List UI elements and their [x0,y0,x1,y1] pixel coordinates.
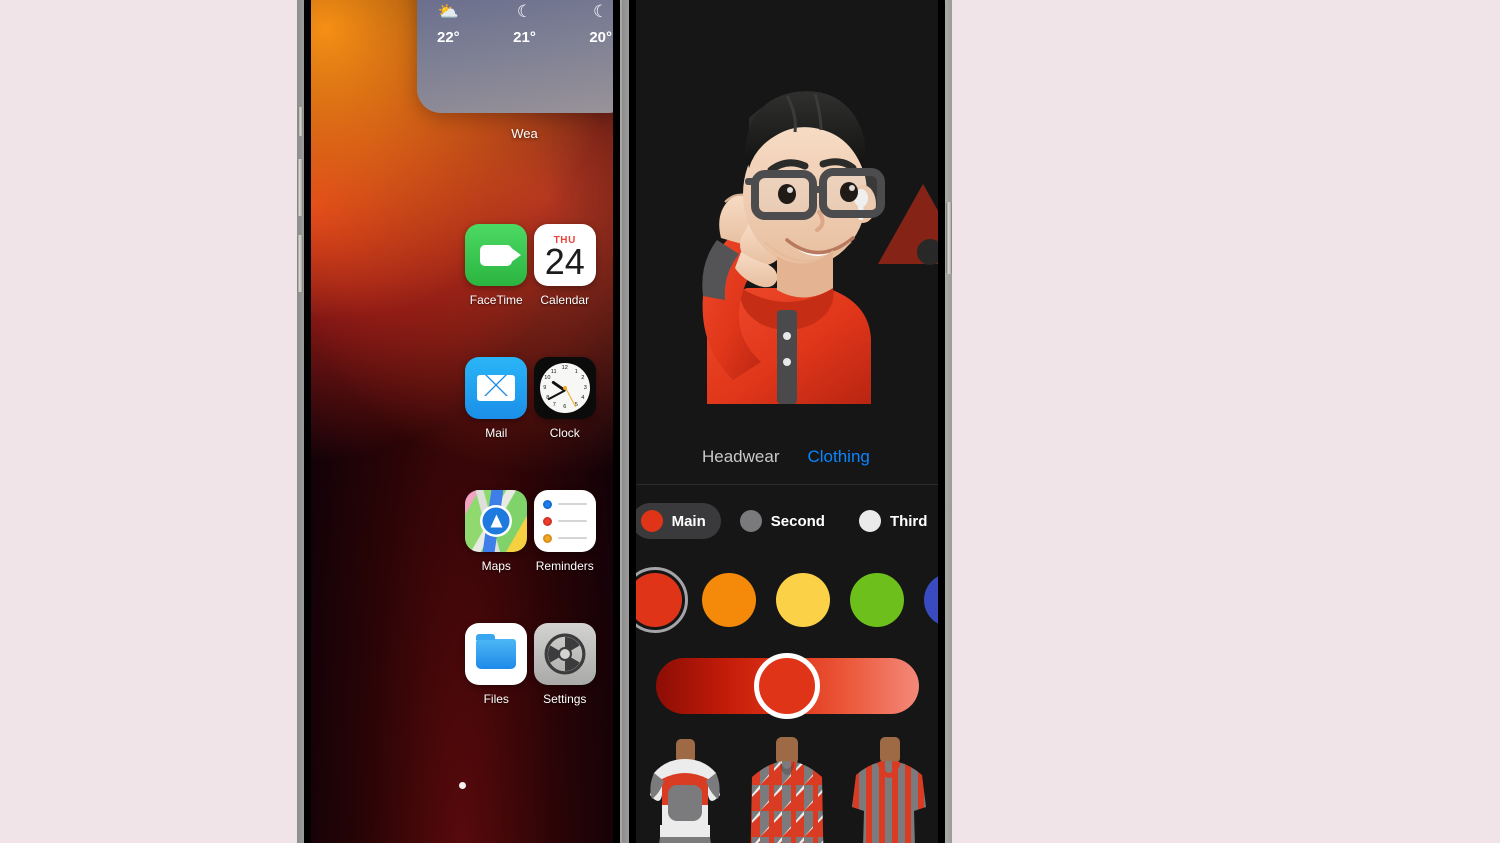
color-swatch-yellow[interactable] [776,573,830,627]
clock-face: 12 1 2 3 4 5 6 7 8 9 10 11 [539,363,590,413]
clear-night-icon: ☾ [593,2,609,21]
forecast-hour-item: 20 ☾ 20° [589,0,612,46]
right-phone-screen: Headwear Clothing Main Second Third [636,0,938,843]
weather-hourly-forecast: 18 ⛅ 22° 19 ☾ 21° 20 ☾ 20° [431,0,613,46]
layer-label: Third [889,512,928,530]
color-swatch-orange[interactable] [702,573,756,627]
mute-switch[interactable] [298,107,303,136]
color-swatch-red[interactable] [636,567,688,633]
outfit-puff-sleeve-dress[interactable] [636,733,734,843]
app-label: Calendar [540,293,590,307]
reminders-icon[interactable] [533,490,596,552]
app-label: Settings [543,692,587,706]
layer-swatch-main [640,510,663,532]
shade-slider-container [636,643,938,729]
calendar-day: 24 [544,241,585,283]
forecast-temp: 21° [513,29,536,46]
files-icon[interactable] [465,623,528,685]
app-label: Mail [485,426,508,440]
layer-third[interactable]: Third [850,503,938,539]
app-clock[interactable]: 12 1 2 3 4 5 6 7 8 9 10 11 [531,357,600,440]
forecast-temp: 20° [589,29,612,46]
app-calendar[interactable]: THU 24 Calendar [531,224,600,307]
page-indicator[interactable] [311,782,613,789]
color-swatch-green[interactable] [850,573,904,627]
weather-widget-label: Wea [511,126,538,141]
app-label: FaceTime [469,293,523,307]
shade-slider-knob[interactable] [754,653,820,719]
layer-swatch-second [739,510,762,532]
power-button[interactable] [946,202,952,274]
gear-glyph [544,633,586,675]
home-screen-app-grid: FaceTime THU 24 Calendar Mail 12 1 2 3 4… [311,224,613,731]
forecast-temp: 22° [437,29,460,46]
glasses-icon [745,168,885,220]
tab-clothing[interactable]: Clothing [794,447,884,467]
forecast-hour-item: 19 ☾ 21° [513,0,536,46]
partly-cloudy-night-icon: ⛅ [437,2,459,21]
facetime-icon[interactable] [465,224,528,286]
app-files[interactable]: Files [462,623,531,706]
app-label: Clock [549,426,580,440]
left-phone-screen: CUPERTINO 22° 18 ⛅ 22° 19 ☾ 21° 20 ☾ 20° [311,0,613,843]
weather-widget[interactable]: CUPERTINO 22° 18 ⛅ 22° 19 ☾ 21° 20 ☾ 20° [417,0,613,113]
app-settings[interactable]: Settings [531,623,600,706]
forecast-hour-item: 18 ⛅ 22° [437,0,460,46]
color-layer-selector[interactable]: Main Second Third [636,485,938,557]
app-reminders[interactable]: Reminders [531,490,600,573]
shade-slider-track[interactable] [655,653,919,719]
outfit-geometric-print-top[interactable] [738,733,836,843]
app-mail[interactable]: Mail [462,357,531,440]
app-label: Reminders [535,559,594,573]
outfit-thumbnail-row[interactable] [636,729,938,843]
clear-night-icon: ☾ [516,2,533,21]
category-tab-bar[interactable]: Headwear Clothing [636,429,938,485]
maps-icon[interactable] [465,490,528,552]
calendar-icon[interactable]: THU 24 [533,224,596,286]
layer-label: Main [671,512,706,530]
memoji-avatar[interactable] [637,74,937,404]
app-label: Files [483,692,509,706]
layer-main[interactable]: Main [636,503,721,539]
app-label: Maps [481,559,511,573]
page-dot[interactable] [458,782,466,789]
outfit-striped-dress[interactable] [840,733,938,843]
memoji-editor-screen: Headwear Clothing Main Second Third [636,0,938,843]
right-iphone-device: Headwear Clothing Main Second Third [622,0,952,843]
settings-icon[interactable] [533,623,596,685]
left-iphone-device: CUPERTINO 22° 18 ⛅ 22° 19 ☾ 21° 20 ☾ 20° [297,0,627,843]
clock-icon[interactable]: 12 1 2 3 4 5 6 7 8 9 10 11 [533,357,596,419]
app-facetime[interactable]: FaceTime [462,224,531,307]
memoji-preview-stage[interactable] [636,0,938,429]
mail-icon[interactable] [465,357,528,419]
app-maps[interactable]: Maps [462,490,531,573]
layer-second[interactable]: Second [731,503,840,539]
volume-down-button[interactable] [297,235,303,292]
color-swatch-blue[interactable] [924,573,938,627]
tab-headwear[interactable]: Headwear [688,447,794,467]
layer-label: Second [770,512,825,530]
volume-up-button[interactable] [297,159,303,216]
color-swatch-carousel[interactable] [636,557,938,643]
layer-swatch-third [858,510,881,532]
